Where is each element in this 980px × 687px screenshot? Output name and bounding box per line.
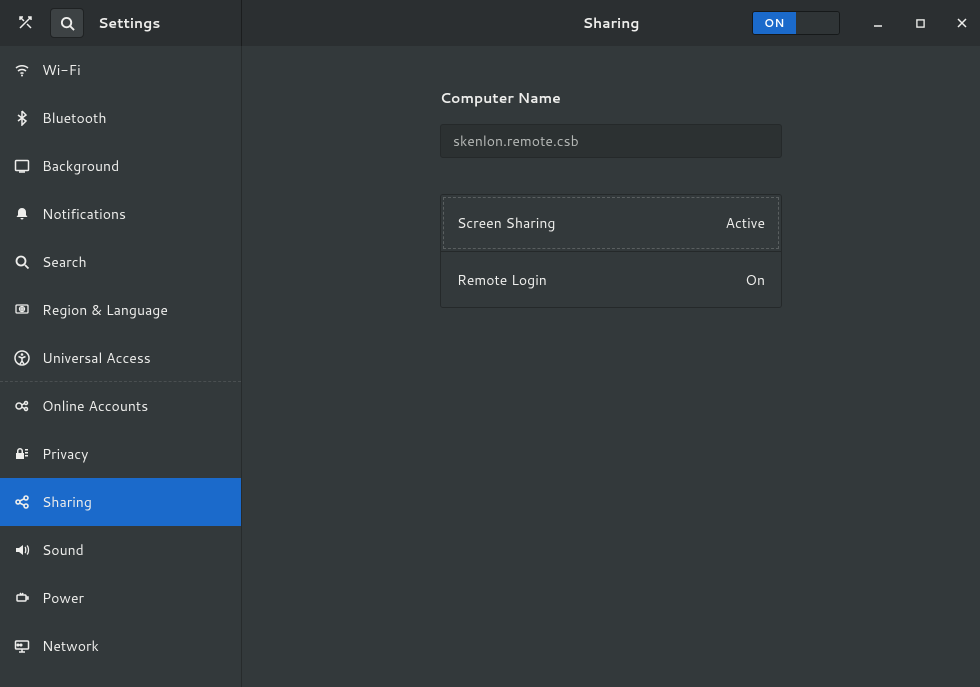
- sharing-row-remote-login[interactable]: Remote Login On: [441, 251, 781, 307]
- maximize-button[interactable]: [910, 13, 930, 33]
- bluetooth-icon: [13, 109, 31, 127]
- sidebar-item-wi-fi[interactable]: Wi-Fi: [0, 46, 241, 94]
- globe-icon: [13, 301, 31, 319]
- wifi-icon: [13, 61, 31, 79]
- sidebar-item-privacy[interactable]: Privacy: [0, 430, 241, 478]
- sidebar-item-universal-access[interactable]: Universal Access: [0, 334, 241, 382]
- computer-name-label: Computer Name: [440, 88, 782, 108]
- sidebar-item-label: Universal Access: [42, 348, 151, 368]
- row-label: Remote Login: [457, 270, 547, 290]
- sharing-row-screen-sharing[interactable]: Screen Sharing Active: [441, 195, 781, 251]
- computer-name-input[interactable]: [440, 124, 782, 158]
- sidebar-item-power[interactable]: Power: [0, 574, 241, 622]
- panel-title: Sharing: [583, 13, 640, 33]
- sidebar-item-sharing[interactable]: Sharing: [0, 478, 241, 526]
- sidebar-item-label: Background: [42, 156, 119, 176]
- accessibility-icon: [13, 349, 31, 367]
- settings-app-icon: [6, 14, 46, 32]
- toggle-on-label: ON: [753, 12, 796, 34]
- sidebar-item-label: Sharing: [42, 492, 92, 512]
- search-icon: [13, 253, 31, 271]
- row-value: Active: [726, 213, 766, 233]
- privacy-icon: [13, 445, 31, 463]
- sidebar-item-label: Network: [42, 636, 99, 656]
- bell-icon: [13, 205, 31, 223]
- main-panel: Computer Name Screen Sharing Active Remote…: [242, 46, 980, 687]
- window-controls: [868, 13, 972, 33]
- sidebar-item-bluetooth[interactable]: Bluetooth: [0, 94, 241, 142]
- sidebar-item-notifications[interactable]: Notifications: [0, 190, 241, 238]
- power-icon: [13, 589, 31, 607]
- toggle-off-side: [796, 12, 839, 34]
- sidebar-item-label: Notifications: [42, 204, 126, 224]
- share-icon: [13, 493, 31, 511]
- close-button[interactable]: [952, 13, 972, 33]
- sidebar-item-label: Search: [42, 252, 87, 272]
- network-icon: [13, 637, 31, 655]
- sidebar: Wi-Fi Bluetooth Background Notifications Sea…: [0, 46, 242, 687]
- sharing-options-list: Screen Sharing Active Remote Login On: [440, 194, 782, 308]
- sidebar-item-label: Sound: [42, 540, 84, 560]
- sidebar-item-sound[interactable]: Sound: [0, 526, 241, 574]
- row-label: Screen Sharing: [457, 213, 555, 233]
- sidebar-item-network[interactable]: Network: [0, 622, 241, 670]
- sidebar-item-label: Wi-Fi: [42, 60, 81, 80]
- row-value: On: [745, 270, 765, 290]
- sharing-master-toggle[interactable]: ON: [752, 11, 840, 35]
- sidebar-item-label: Online Accounts: [42, 396, 148, 416]
- background-icon: [13, 157, 31, 175]
- sidebar-item-online-accounts[interactable]: Online Accounts: [0, 382, 241, 430]
- search-button[interactable]: [50, 8, 84, 38]
- sidebar-item-label: Bluetooth: [42, 108, 106, 128]
- sidebar-item-label: Power: [42, 588, 84, 608]
- header-right: Sharing ON: [242, 0, 980, 46]
- sound-icon: [13, 541, 31, 559]
- sidebar-item-region-language[interactable]: Region & Language: [0, 286, 241, 334]
- sidebar-item-background[interactable]: Background: [0, 142, 241, 190]
- sidebar-item-label: Privacy: [42, 444, 88, 464]
- app-title: Settings: [98, 13, 160, 33]
- header-left: Settings: [0, 0, 242, 46]
- sidebar-item-label: Region & Language: [42, 300, 168, 320]
- header-bar: Settings Sharing ON: [0, 0, 980, 46]
- sidebar-item-search[interactable]: Search: [0, 238, 241, 286]
- online-icon: [13, 397, 31, 415]
- minimize-button[interactable]: [868, 13, 888, 33]
